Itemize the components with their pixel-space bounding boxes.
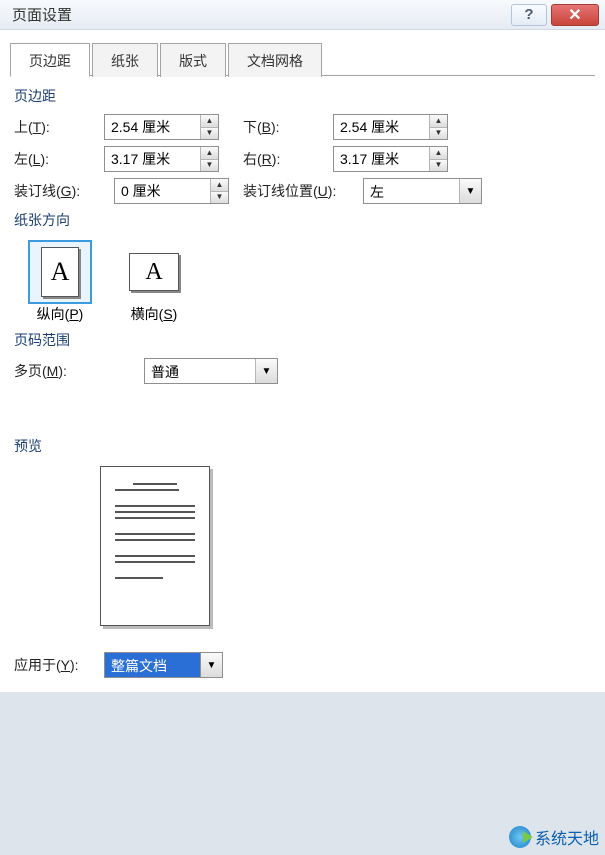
window-title: 页面设置 [12,4,72,25]
watermark: 系统天地 [509,825,599,849]
margin-bottom-label: 下(B): [243,117,333,137]
gutter-position-label: 装订线位置(U): [243,181,363,201]
spin-down-icon[interactable]: ▼ [201,128,218,140]
chevron-down-icon[interactable]: ▼ [200,653,222,677]
margin-bottom-input[interactable]: ▲ ▼ [333,114,448,140]
tabstrip: 页边距 纸张 版式 文档网格 [10,42,595,76]
orientation-landscape-label: 横向(S) [131,304,178,324]
pages-group-label: 页码范围 [14,330,595,350]
margin-right-field[interactable] [334,147,429,171]
gutter-input[interactable]: ▲ ▼ [114,178,229,204]
close-button[interactable]: ✕ [551,4,599,26]
globe-icon [509,826,531,848]
margin-top-field[interactable] [105,115,200,139]
margin-left-input[interactable]: ▲ ▼ [104,146,219,172]
margin-top-spinner[interactable]: ▲ ▼ [200,115,218,139]
spin-down-icon[interactable]: ▼ [201,160,218,172]
multi-pages-label: 多页(M): [14,361,104,381]
tab-margins[interactable]: 页边距 [10,43,90,77]
spin-up-icon[interactable]: ▲ [430,147,447,160]
spin-up-icon[interactable]: ▲ [201,147,218,160]
margin-left-field[interactable] [105,147,200,171]
margin-right-input[interactable]: ▲ ▼ [333,146,448,172]
gutter-position-select[interactable]: 左 ▼ [363,178,482,204]
tab-document-grid[interactable]: 文档网格 [228,43,322,77]
margin-bottom-field[interactable] [334,115,429,139]
spin-down-icon[interactable]: ▼ [430,160,447,172]
margins-group-label: 页边距 [14,86,595,106]
client-area: 页边距 纸张 版式 文档网格 页边距 上(T): ▲ ▼ 下(B): ▲ ▼ [0,30,605,692]
titlebar: 页面设置 ? ✕ [0,0,605,30]
spin-up-icon[interactable]: ▲ [201,115,218,128]
spin-down-icon[interactable]: ▼ [430,128,447,140]
margin-left-label: 左(L): [14,149,104,169]
chevron-down-icon[interactable]: ▼ [255,359,277,383]
tab-paper[interactable]: 纸张 [92,43,158,77]
margin-top-input[interactable]: ▲ ▼ [104,114,219,140]
gutter-field[interactable] [115,179,210,203]
page-setup-dialog: 页面设置 ? ✕ 页边距 纸张 版式 文档网格 页边距 上(T): ▲ ▼ 下(… [0,0,605,692]
gutter-label: 装订线(G): [14,181,114,201]
preview-group-label: 预览 [14,436,595,456]
spin-down-icon[interactable]: ▼ [211,192,228,204]
orientation-landscape[interactable]: A 横向(S) [122,240,186,324]
orientation-portrait-label: 纵向(P) [37,304,84,324]
spin-up-icon[interactable]: ▲ [211,179,228,192]
preview-page-icon [100,466,210,626]
multi-pages-select[interactable]: 普通 ▼ [144,358,278,384]
margin-bottom-spinner[interactable]: ▲ ▼ [429,115,447,139]
gutter-spinner[interactable]: ▲ ▼ [210,179,228,203]
orientation-group-label: 纸张方向 [14,210,595,230]
margin-top-label: 上(T): [14,117,104,137]
apply-to-select[interactable]: 整篇文档 ▼ [104,652,223,678]
margin-right-spinner[interactable]: ▲ ▼ [429,147,447,171]
portrait-icon: A [28,240,92,304]
spin-up-icon[interactable]: ▲ [430,115,447,128]
landscape-icon: A [122,240,186,304]
orientation-portrait[interactable]: A 纵向(P) [28,240,92,324]
tab-layout[interactable]: 版式 [160,43,226,77]
margin-left-spinner[interactable]: ▲ ▼ [200,147,218,171]
help-button[interactable]: ? [511,4,547,26]
chevron-down-icon[interactable]: ▼ [459,179,481,203]
margin-right-label: 右(R): [243,149,333,169]
apply-to-label: 应用于(Y): [14,655,104,675]
